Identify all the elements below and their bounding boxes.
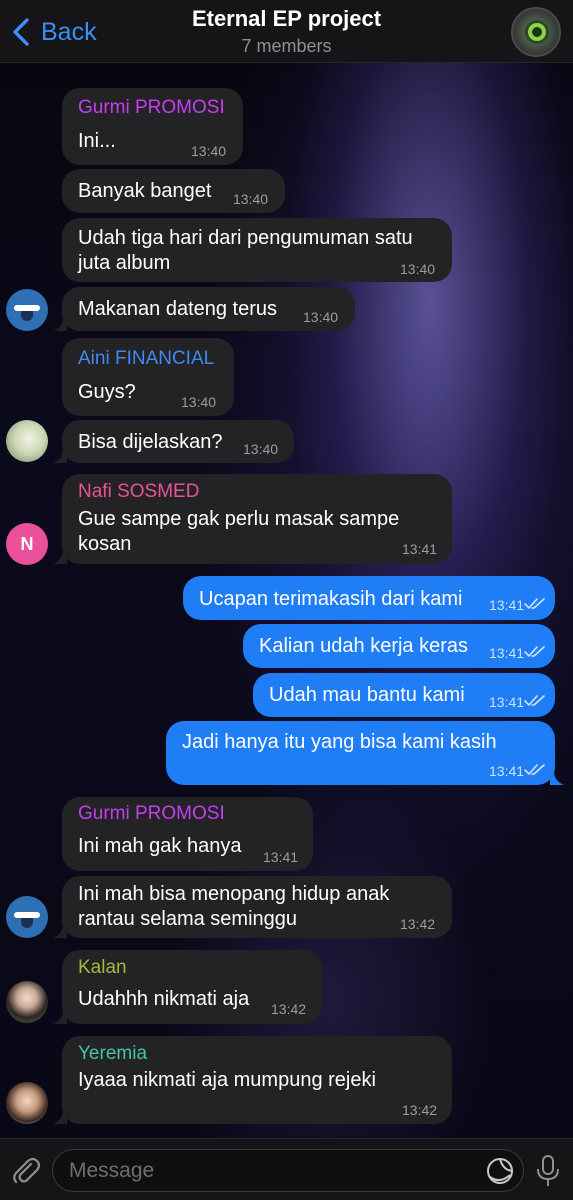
message-text: Ini mah gak hanya xyxy=(78,835,242,857)
message-bubble[interactable]: Kalan Udahhh nikmati aja 13:42 xyxy=(62,950,322,1024)
message-time: 13:42 xyxy=(402,1102,438,1118)
message-time: 13:40 xyxy=(243,441,279,457)
read-ticks-icon xyxy=(524,695,545,706)
chat-header: Back Eternal EP project 7 members xyxy=(0,0,573,63)
message-time: 13:41 xyxy=(489,645,525,661)
sender-name: Aini FINANCIAL xyxy=(78,348,215,369)
message-bubble[interactable]: Gurmi PROMOSI Ini... 13:40 xyxy=(62,88,243,165)
message-bubble[interactable]: Udah mau bantu kami 13:41 xyxy=(253,673,555,717)
message-text: Kalian udah kerja keras xyxy=(259,635,469,657)
avatar[interactable]: N xyxy=(6,523,48,565)
message-time: 13:40 xyxy=(303,309,339,325)
message-time: 13:41 xyxy=(489,694,525,710)
message-text: Guys? xyxy=(78,381,136,403)
message-text: Iyaaa nikmati aja mumpung rejeki xyxy=(78,1069,376,1091)
message-time: 13:41 xyxy=(402,541,438,557)
sender-name: Gurmi PROMOSI xyxy=(78,97,225,118)
message-text: Udahhh nikmati aja xyxy=(78,988,250,1010)
message-bubble[interactable]: Aini FINANCIAL Guys? 13:40 xyxy=(62,338,234,416)
message-bubble[interactable]: Kalian udah kerja keras 13:41 xyxy=(243,624,555,668)
message-field[interactable] xyxy=(52,1149,524,1192)
message-bubble[interactable]: Jadi hanya itu yang bisa kami kasih 13:4… xyxy=(166,721,555,785)
message-text: Bisa dijelaskan? xyxy=(78,431,223,453)
message-time: 13:40 xyxy=(191,143,227,159)
avatar-initial: N xyxy=(20,533,34,554)
sticker-icon[interactable] xyxy=(485,1156,515,1186)
message-text: kosan xyxy=(78,533,132,555)
member-count: 7 members xyxy=(241,36,332,56)
message-text: Jadi hanya itu yang bisa kami kasih xyxy=(182,731,497,753)
message-time: 13:41 xyxy=(263,849,299,865)
message-text: Udah tiga hari dari pengumuman satu xyxy=(78,227,413,249)
message-input-bar xyxy=(0,1138,573,1200)
message-text: rantau selama seminggu xyxy=(78,908,298,930)
read-ticks-icon xyxy=(524,646,545,657)
message-input[interactable] xyxy=(69,1156,469,1186)
message-bubble[interactable]: Ucapan terimakasih dari kami 13:41 xyxy=(183,576,555,620)
avatar[interactable] xyxy=(6,420,48,462)
message-time: 13:40 xyxy=(181,394,217,410)
avatar[interactable] xyxy=(6,896,48,938)
sender-name: Yeremia xyxy=(78,1043,148,1064)
message-text: juta album xyxy=(78,252,171,274)
avatar[interactable] xyxy=(6,981,48,1023)
message-time: 13:40 xyxy=(233,191,269,207)
message-time: 13:42 xyxy=(271,1001,307,1017)
avatar[interactable] xyxy=(6,289,48,331)
sender-name: Kalan xyxy=(78,957,127,978)
avatar[interactable] xyxy=(6,1082,48,1124)
read-ticks-icon xyxy=(524,598,545,609)
message-bubble[interactable]: Udah tiga hari dari pengumuman satu juta… xyxy=(62,218,452,282)
microphone-icon[interactable] xyxy=(535,1154,561,1188)
message-bubble[interactable]: Makanan dateng terus 13:40 xyxy=(62,287,355,331)
message-bubble[interactable]: Ini mah bisa menopang hidup anak rantau … xyxy=(62,876,452,938)
message-text: Ini... xyxy=(78,130,116,152)
message-time: 13:42 xyxy=(400,916,436,932)
message-text: Makanan dateng terus xyxy=(78,298,278,320)
sender-name: Gurmi PROMOSI xyxy=(78,803,225,824)
message-time: 13:41 xyxy=(489,763,525,779)
message-text: Ini mah bisa menopang hidup anak xyxy=(78,883,390,905)
message-time: 13:40 xyxy=(400,261,436,277)
paperclip-icon[interactable] xyxy=(10,1155,42,1187)
read-ticks-icon xyxy=(524,764,545,775)
message-bubble[interactable]: Yeremia Iyaaa nikmati aja mumpung rejeki… xyxy=(62,1036,452,1124)
message-text: Banyak banget xyxy=(78,180,212,202)
sender-name: Nafi SOSMED xyxy=(78,481,200,502)
chat-title[interactable]: Eternal EP project xyxy=(0,6,573,32)
message-time: 13:41 xyxy=(489,597,525,613)
message-text: Ucapan terimakasih dari kami xyxy=(199,588,463,610)
message-text: Gue sampe gak perlu masak sampe xyxy=(78,508,400,530)
group-avatar[interactable] xyxy=(511,7,561,57)
message-bubble[interactable]: Nafi SOSMED Gue sampe gak perlu masak sa… xyxy=(62,474,452,564)
message-bubble[interactable]: Gurmi PROMOSI Ini mah gak hanya 13:41 xyxy=(62,797,313,871)
message-bubble[interactable]: Banyak banget 13:40 xyxy=(62,169,285,213)
message-text: Udah mau bantu kami xyxy=(269,684,465,706)
message-bubble[interactable]: Bisa dijelaskan? 13:40 xyxy=(62,420,294,463)
